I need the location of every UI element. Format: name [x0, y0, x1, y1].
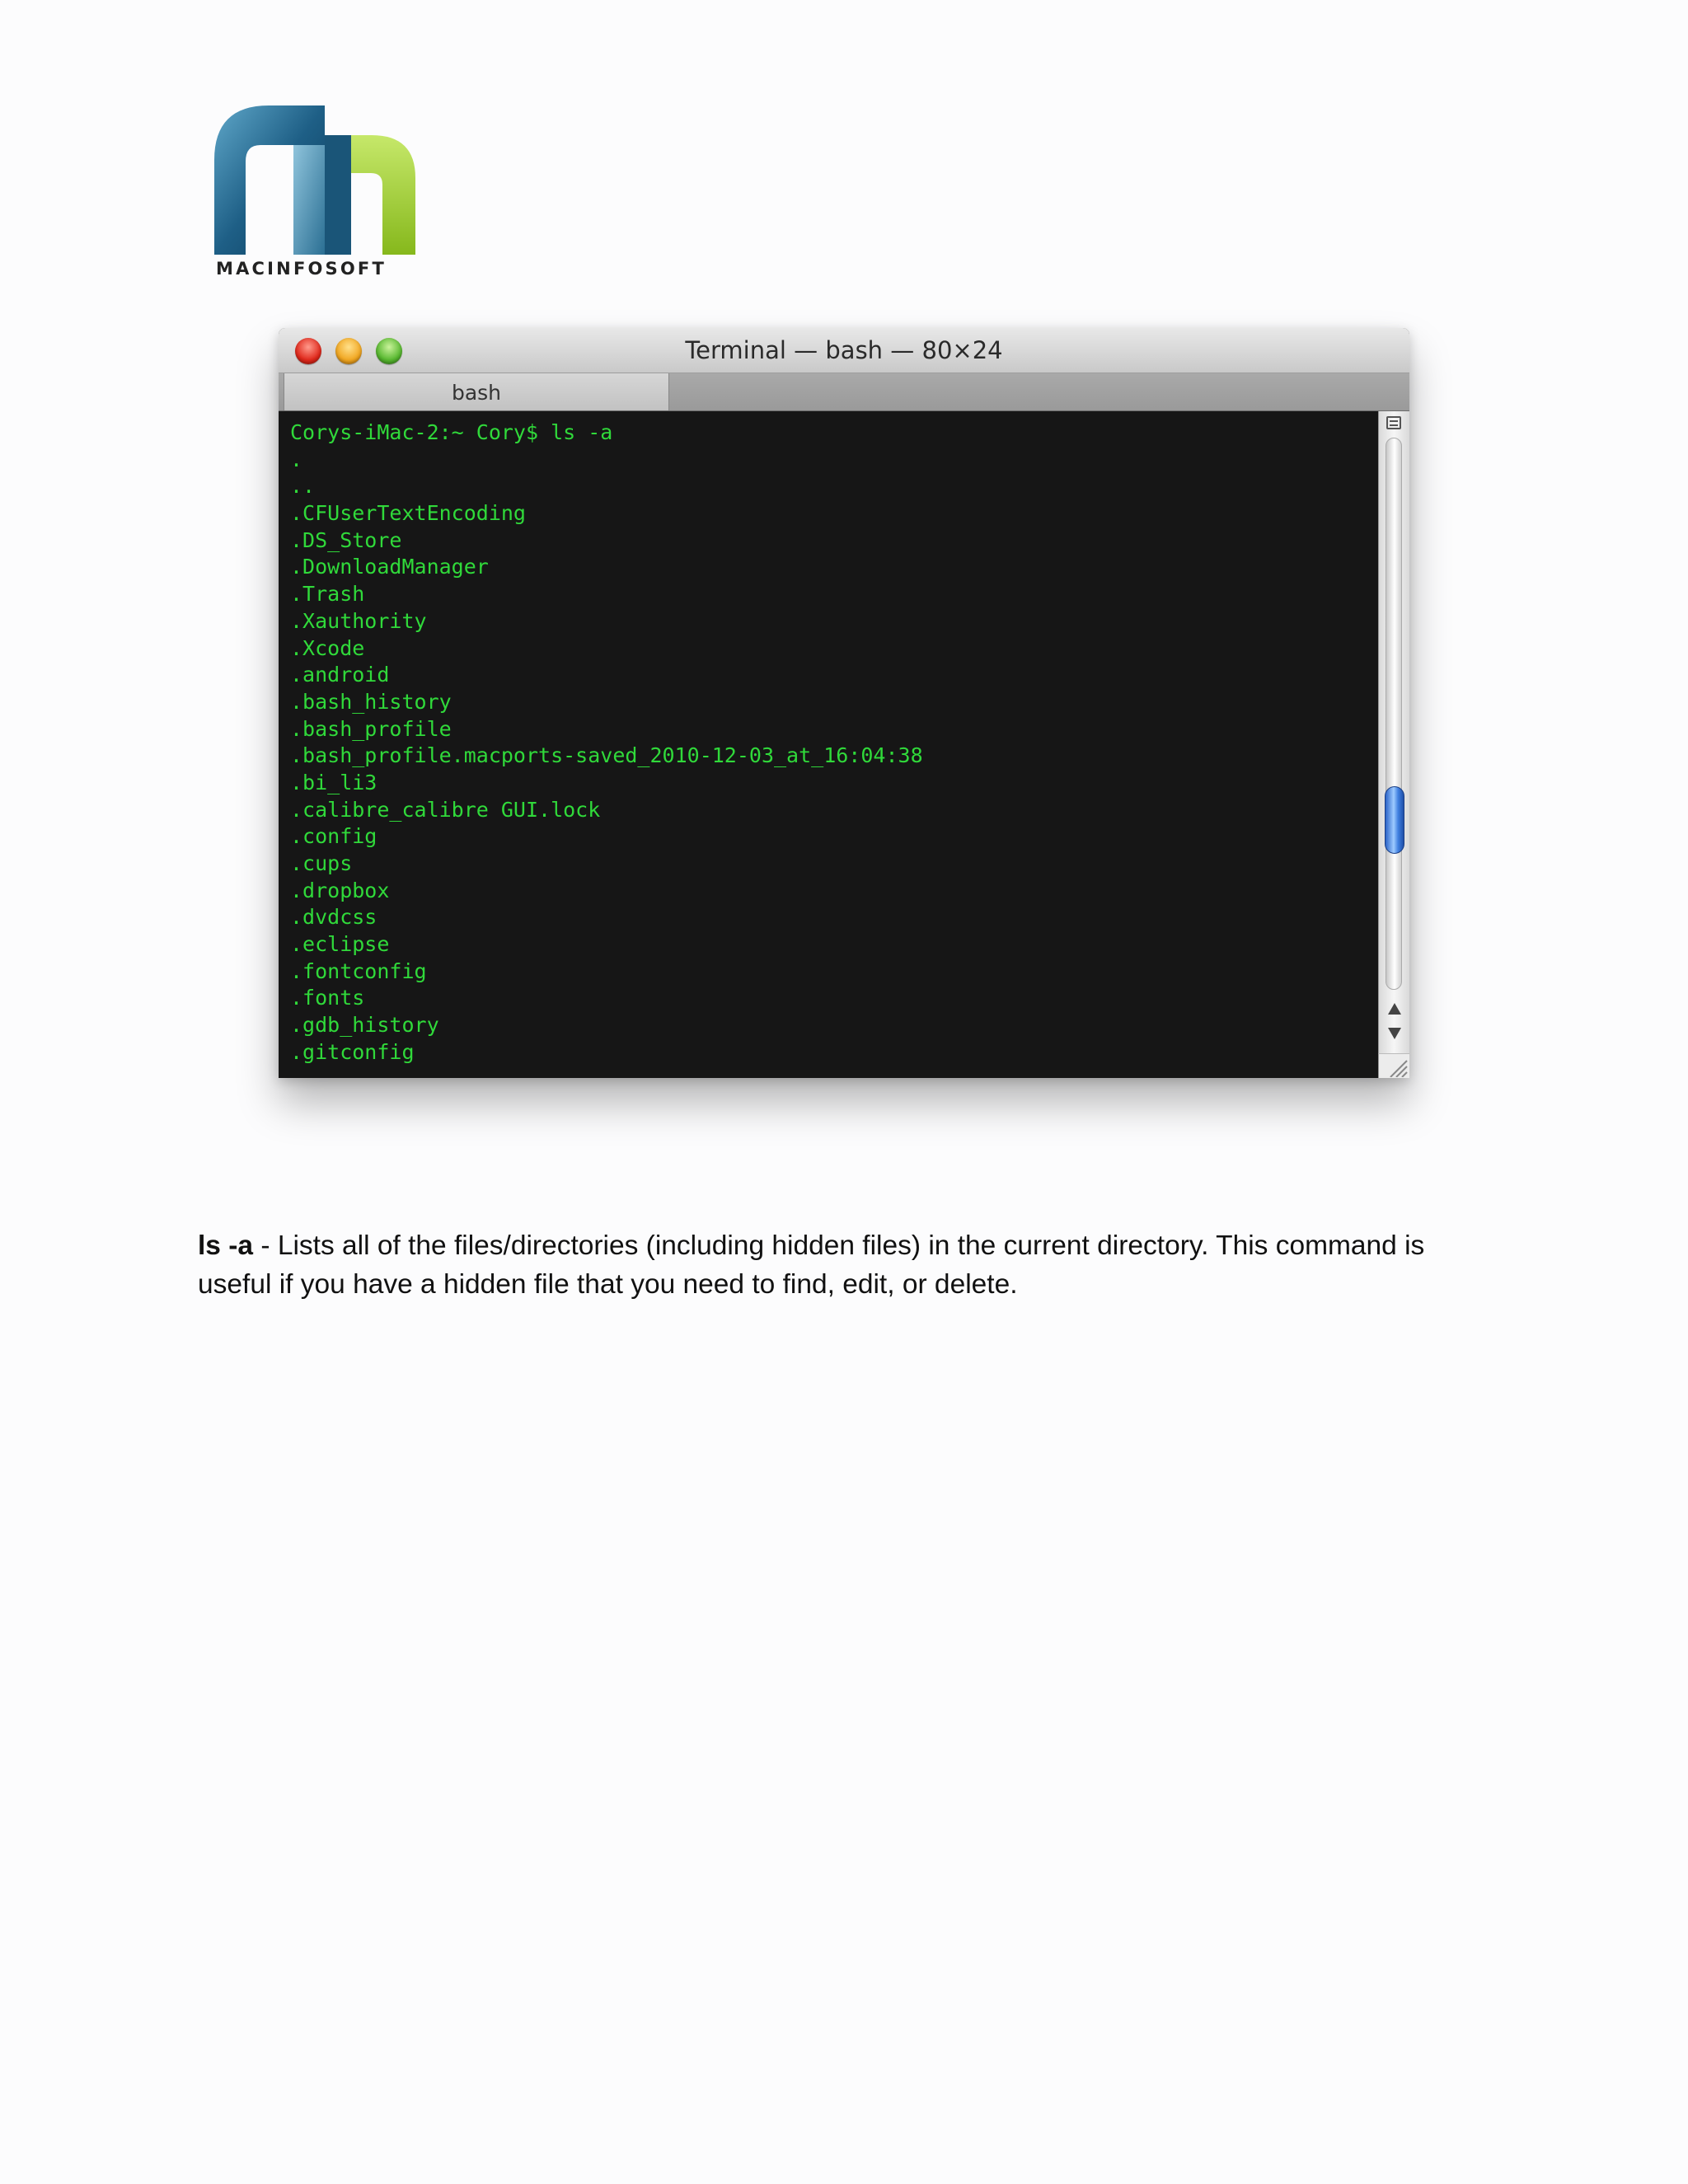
terminal-output-line: .bash_history	[290, 689, 452, 714]
tab-bash[interactable]: bash	[284, 373, 669, 410]
terminal-output-line: .DownloadManager	[290, 555, 489, 579]
scroll-down-arrow-icon[interactable]	[1388, 1028, 1401, 1039]
terminal-output-line: .gdb_history	[290, 1013, 439, 1038]
terminal-output-line: .Xauthority	[290, 608, 427, 633]
terminal-output-line: ..	[290, 474, 316, 499]
terminal-output-line: .gitconfig	[290, 1039, 415, 1064]
command-name: ls -a	[198, 1230, 254, 1261]
terminal-output-line: .android	[290, 663, 390, 687]
terminal-output-line: .bash_profile.macports-saved_2010-12-03_…	[290, 743, 923, 768]
window-title: Terminal — bash — 80×24	[685, 336, 1003, 364]
terminal-output-line: .DS_Store	[290, 527, 402, 552]
terminal-output-line: .Trash	[290, 582, 365, 607]
terminal-output-line: .cups	[290, 851, 353, 875]
terminal-lines: Corys-iMac-2:~ Cory$ ls -a... .CFUserText…	[290, 419, 923, 1066]
terminal-output-line: .CFUserTextEncoding	[290, 501, 526, 526]
tab-bar: bash	[279, 373, 1409, 411]
vertical-scrollbar[interactable]	[1378, 411, 1409, 1078]
macinfosoft-logo: MACINFOSOFT	[211, 102, 427, 284]
terminal-output-line: .fonts	[290, 986, 365, 1010]
terminal-output-line: .calibre_calibre GUI.lock	[290, 797, 601, 822]
terminal-output-line: .dvdcss	[290, 905, 377, 930]
terminal-output[interactable]: Corys-iMac-2:~ Cory$ ls -a... .CFUserText…	[279, 411, 1378, 1078]
terminal-output-line: .bash_profile	[290, 716, 452, 741]
terminal-output-line: .dropbox	[290, 878, 390, 902]
terminal-output-line: .bi_li3	[290, 770, 377, 794]
terminal-output-line: .	[290, 447, 303, 471]
scroll-thumb[interactable]	[1385, 786, 1404, 855]
scroll-up-arrow-icon[interactable]	[1388, 1003, 1401, 1015]
terminal-prompt-line: Corys-iMac-2:~ Cory$ ls -a	[290, 420, 613, 444]
split-pane-icon[interactable]	[1386, 416, 1401, 429]
logo-mark-icon	[214, 105, 415, 255]
terminal-output-line: .config	[290, 824, 377, 849]
terminal-output-line: .eclipse	[290, 932, 390, 957]
title-bar[interactable]: Terminal — bash — 80×24	[279, 328, 1409, 373]
description-separator: -	[253, 1230, 278, 1261]
resize-grip-icon[interactable]	[1378, 1053, 1409, 1078]
terminal-window[interactable]: Terminal — bash — 80×24 bash Corys-iMac-…	[279, 328, 1409, 1078]
description-text: Lists all of the files/directories (incl…	[198, 1230, 1425, 1300]
command-description: ls -a - Lists all of the files/directori…	[198, 1226, 1467, 1304]
logo-wordmark: MACINFOSOFT	[216, 259, 387, 279]
terminal-output-line: .fontconfig	[290, 958, 427, 983]
tab-label: bash	[451, 381, 502, 405]
terminal-output-line: .Xcode	[290, 635, 365, 660]
scroll-track[interactable]	[1386, 438, 1402, 990]
